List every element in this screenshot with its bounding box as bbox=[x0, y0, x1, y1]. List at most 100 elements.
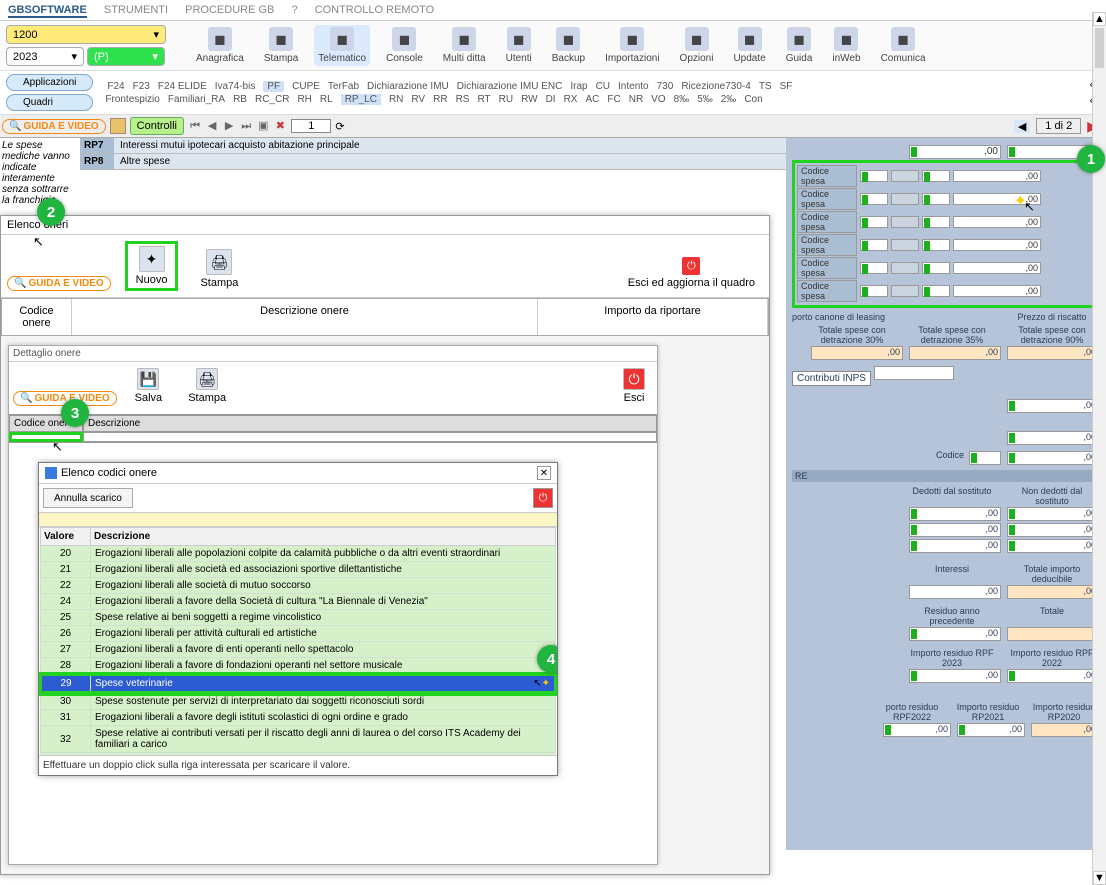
doctab-ts[interactable]: TS bbox=[759, 81, 772, 92]
field[interactable]: ,00 bbox=[1007, 346, 1099, 360]
codice-row-30[interactable]: 30Spese sostenute per servizi di interpr… bbox=[41, 693, 556, 710]
field[interactable] bbox=[969, 451, 1001, 465]
subtab-con[interactable]: Con bbox=[744, 94, 762, 105]
field[interactable]: ,00 bbox=[909, 507, 1001, 521]
page-input[interactable]: 1 bbox=[291, 119, 331, 133]
prev-icon[interactable]: ◀ bbox=[205, 119, 219, 132]
vertical-scrollbar[interactable]: ▲ ▼ bbox=[1092, 12, 1106, 885]
col-valore[interactable]: Valore bbox=[41, 528, 91, 546]
first-icon[interactable]: ⏮ bbox=[188, 120, 202, 133]
ribbon-backup[interactable]: ◼Backup bbox=[548, 25, 589, 66]
popup-scroll[interactable]: Valore Descrizione 20Erogazioni liberali… bbox=[39, 527, 557, 755]
new-page-icon[interactable]: ▣ bbox=[256, 119, 270, 132]
combo-mode[interactable]: (P)▾ bbox=[87, 47, 165, 66]
menu-controllo-remoto[interactable]: CONTROLLO REMOTO bbox=[315, 4, 435, 16]
combo-code[interactable]: 1200▾ bbox=[6, 25, 166, 44]
scroll-up-icon[interactable]: ▲ bbox=[1093, 12, 1106, 26]
esci-button[interactable]: ⏻Esci bbox=[615, 366, 653, 406]
codice-row-26[interactable]: 26Erogazioni liberali per attività cultu… bbox=[41, 626, 556, 642]
subtab-rr[interactable]: RR bbox=[433, 94, 447, 105]
doctab-dichiarazione imu enc[interactable]: Dichiarazione IMU ENC bbox=[457, 81, 563, 92]
doctab-irap[interactable]: Irap bbox=[570, 81, 587, 92]
field[interactable]: ,00 bbox=[811, 346, 903, 360]
descrizione-input[interactable] bbox=[83, 432, 657, 442]
subtab-8‰[interactable]: 8‰ bbox=[674, 94, 690, 105]
subtab-nr[interactable]: NR bbox=[629, 94, 643, 105]
doctab-f24[interactable]: F24 bbox=[107, 81, 124, 92]
guide-video-oneri[interactable]: 🔍GUIDA E VIDEO bbox=[7, 276, 111, 291]
field[interactable]: ,00 bbox=[1031, 723, 1099, 737]
doctab-intento[interactable]: Intento bbox=[618, 81, 649, 92]
stop-icon[interactable]: ⏻ bbox=[533, 488, 553, 508]
doctab-cu[interactable]: CU bbox=[596, 81, 610, 92]
salva-button[interactable]: 💾Salva bbox=[127, 366, 171, 406]
field[interactable]: ,00 bbox=[1007, 507, 1099, 521]
col-descrizione[interactable]: Descrizione bbox=[91, 528, 556, 546]
codice-row-28[interactable]: 28Erogazioni liberali a favore di fondaz… bbox=[41, 658, 556, 675]
doctab-pf[interactable]: PF bbox=[263, 81, 284, 92]
subtab-rx[interactable]: RX bbox=[564, 94, 578, 105]
field[interactable]: ,00 bbox=[909, 346, 1001, 360]
doctab-f23[interactable]: F23 bbox=[133, 81, 150, 92]
codice-spesa-row[interactable]: Codice spesa,00 bbox=[797, 234, 1095, 256]
subtab-rc_cr[interactable]: RC_CR bbox=[255, 94, 289, 105]
subtab-rv[interactable]: RV bbox=[411, 94, 425, 105]
codice-row-25[interactable]: 25Spese relative ai beni soggetti a regi… bbox=[41, 610, 556, 626]
stampa-button[interactable]: 🖨 Stampa bbox=[192, 247, 246, 291]
delete-page-icon[interactable]: ✖ bbox=[273, 119, 287, 132]
doctab-ricezione730-4[interactable]: Ricezione730-4 bbox=[681, 81, 751, 92]
subtab-fc[interactable]: FC bbox=[607, 94, 620, 105]
field[interactable]: ,00 bbox=[1007, 399, 1099, 413]
subtab-rh[interactable]: RH bbox=[297, 94, 311, 105]
codice-row-27[interactable]: 27Erogazioni liberali a favore di enti o… bbox=[41, 642, 556, 658]
codice-spesa-row[interactable]: Codice spesa,00 bbox=[797, 188, 1095, 210]
subtab-rw[interactable]: RW bbox=[521, 94, 537, 105]
doctab-terfab[interactable]: TerFab bbox=[328, 81, 359, 92]
pill-applicazioni[interactable]: Applicazioni bbox=[6, 74, 93, 91]
subtab-ru[interactable]: RU bbox=[499, 94, 513, 105]
last-icon[interactable]: ⏭ bbox=[239, 120, 253, 133]
field[interactable]: ,00 bbox=[1007, 523, 1099, 537]
ribbon-stampa[interactable]: ◼Stampa bbox=[260, 25, 302, 66]
guide-video-main[interactable]: 🔍GUIDA E VIDEO bbox=[2, 119, 106, 134]
ribbon-anagrafica[interactable]: ◼Anagrafica bbox=[192, 25, 248, 66]
contributi-inps[interactable]: Contributi INPS bbox=[792, 371, 871, 386]
doctab-f24 elide[interactable]: F24 ELIDE bbox=[158, 81, 207, 92]
field[interactable]: ,00 bbox=[909, 585, 1001, 599]
ribbon-guida[interactable]: ◼Guida bbox=[782, 25, 817, 66]
doctab-730[interactable]: 730 bbox=[657, 81, 674, 92]
book-icon[interactable] bbox=[110, 118, 126, 134]
pill-quadri[interactable]: Quadri bbox=[6, 94, 93, 111]
combo-year[interactable]: 2023▾ bbox=[6, 47, 84, 66]
field[interactable] bbox=[1007, 627, 1099, 641]
codice-spesa-row[interactable]: Codice spesa,00 bbox=[797, 165, 1095, 187]
codice-row-20[interactable]: 20Erogazioni liberali alle popolazioni c… bbox=[41, 546, 556, 562]
subtab-rb[interactable]: RB bbox=[233, 94, 247, 105]
field[interactable]: ,00 bbox=[957, 723, 1025, 737]
doctab-sf[interactable]: SF bbox=[780, 81, 793, 92]
close-button[interactable]: ✕ bbox=[537, 466, 551, 480]
codice-row-33[interactable]: 33Spese per asili nido bbox=[41, 753, 556, 756]
scroll-down-icon[interactable]: ▼ bbox=[1093, 871, 1106, 885]
field[interactable]: ,00 bbox=[1007, 669, 1099, 683]
codice-row-21[interactable]: 21Erogazioni liberali alle società ed as… bbox=[41, 562, 556, 578]
doctab-dichiarazione imu[interactable]: Dichiarazione IMU bbox=[367, 81, 449, 92]
field[interactable]: ,00 bbox=[909, 539, 1001, 553]
subtab-rt[interactable]: RT bbox=[477, 94, 490, 105]
ribbon-comunica[interactable]: ◼Comunica bbox=[877, 25, 930, 66]
field[interactable]: ,00 bbox=[909, 669, 1001, 683]
field[interactable]: ,00 bbox=[909, 627, 1001, 641]
codice-spesa-row[interactable]: Codice spesa,00 bbox=[797, 257, 1095, 279]
ribbon-importazioni[interactable]: ◼Importazioni bbox=[601, 25, 663, 66]
subtab-5‰[interactable]: 5‰ bbox=[697, 94, 713, 105]
field[interactable]: ,00 bbox=[883, 723, 951, 737]
menu-gbsoftware[interactable]: GBSOFTWARE bbox=[8, 4, 87, 18]
menu-procedure[interactable]: PROCEDURE GB bbox=[185, 4, 274, 16]
field[interactable]: ,00 bbox=[909, 523, 1001, 537]
codice-row-32[interactable]: 32Spese relative ai contributi versati p… bbox=[41, 726, 556, 753]
doctab-cupe[interactable]: CUPE bbox=[292, 81, 320, 92]
doctab-iva74-bis[interactable]: Iva74-bis bbox=[215, 81, 256, 92]
ribbon-multi ditta[interactable]: ◼Multi ditta bbox=[439, 25, 490, 66]
subtab-rs[interactable]: RS bbox=[456, 94, 470, 105]
ribbon-console[interactable]: ◼Console bbox=[382, 25, 427, 66]
